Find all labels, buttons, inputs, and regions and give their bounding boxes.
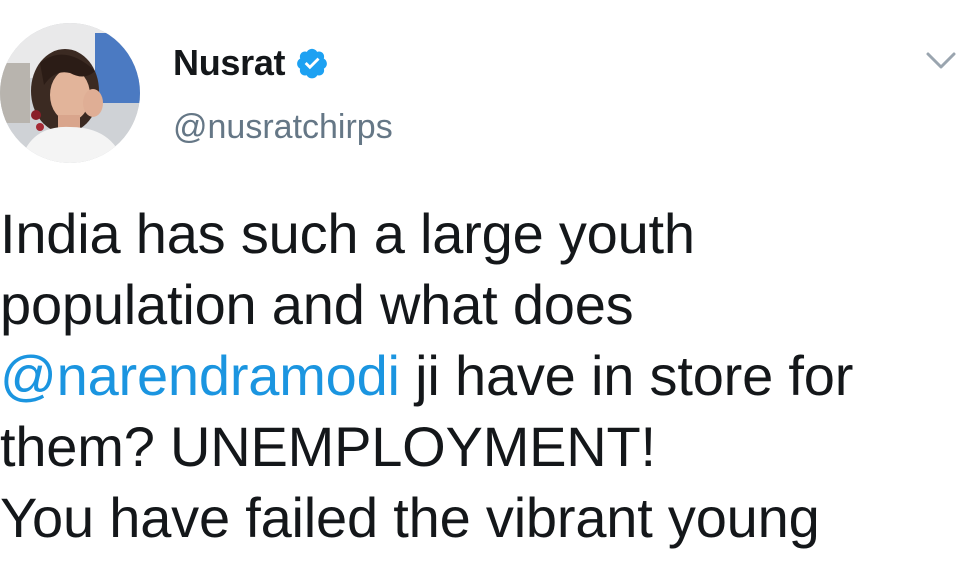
avatar[interactable] <box>0 23 140 163</box>
verified-badge-icon <box>297 48 328 79</box>
tweet-line: @narendramodi ji have in store for <box>0 340 959 411</box>
mention-link[interactable]: @narendramodi <box>0 344 400 407</box>
display-name-row[interactable]: Nusrat <box>173 38 329 88</box>
display-name[interactable]: Nusrat <box>173 42 286 84</box>
chevron-down-icon[interactable] <box>924 48 958 74</box>
tweet-text: India has such a large youth population … <box>0 198 959 553</box>
tweet-card: Nusrat @nusratchirps India has such a la… <box>0 0 959 580</box>
user-handle[interactable]: @nusratchirps <box>173 108 393 147</box>
profile-photo <box>0 23 140 163</box>
tweet-line-rest: ji have in store for <box>399 344 854 407</box>
tweet-line: them? UNEMPLOYMENT! <box>0 415 656 478</box>
tweet-line: India has such a large youth <box>0 202 695 265</box>
tweet-line: population and what does <box>0 273 634 336</box>
tweet-line: You have failed the vibrant young <box>0 486 820 549</box>
